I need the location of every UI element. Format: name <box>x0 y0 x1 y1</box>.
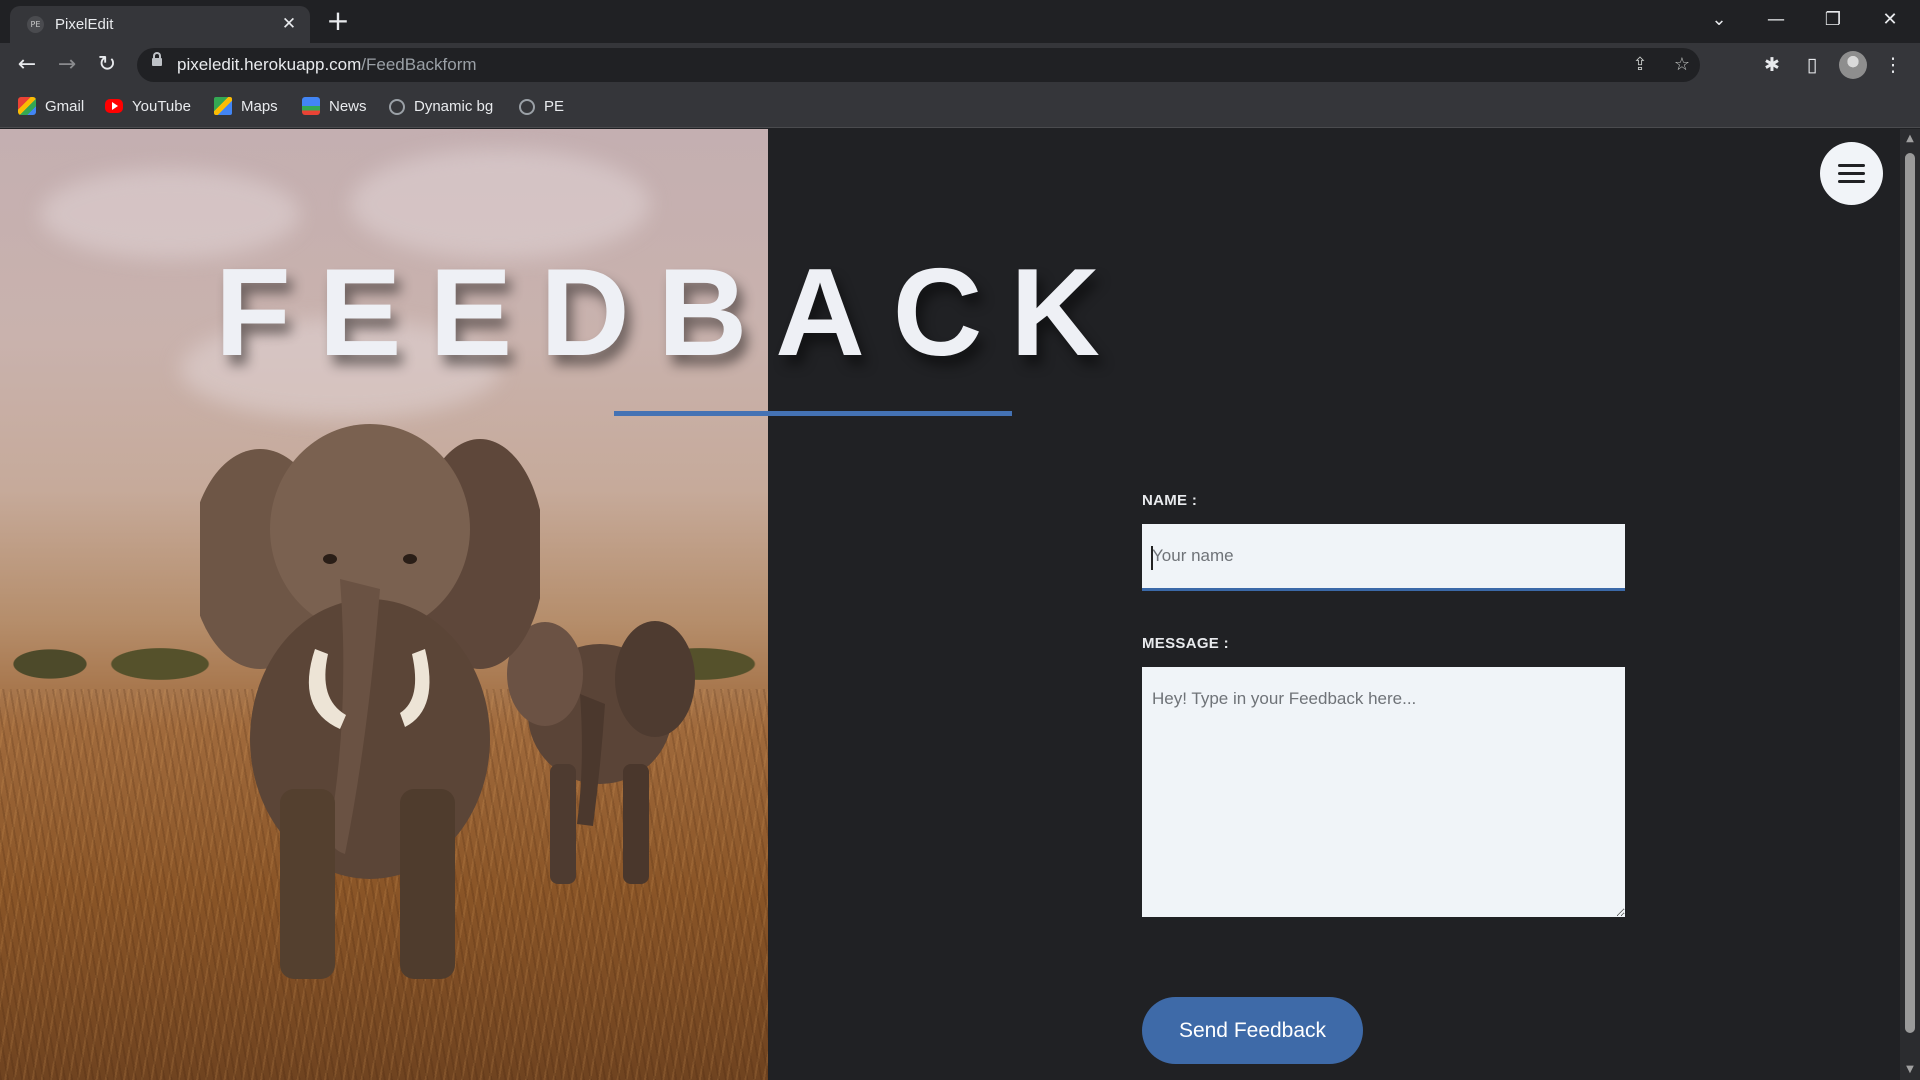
address-bar[interactable]: pixeledit.herokuapp.com/FeedBackform ☆ ⇪ <box>137 48 1700 82</box>
url-text[interactable]: pixeledit.herokuapp.com/FeedBackform <box>177 55 477 75</box>
scroll-up-arrow-icon[interactable]: ▲ <box>1904 133 1916 145</box>
page-title: FEEDBACK <box>215 244 1128 382</box>
youtube-icon <box>105 99 123 113</box>
hamburger-menu-button[interactable] <box>1820 142 1883 205</box>
extensions-icon[interactable]: ✱ <box>1757 50 1787 80</box>
bookmark-label: Dynamic bg <box>414 98 494 115</box>
back-button[interactable]: ← <box>12 50 42 80</box>
scrollbar-thumb[interactable] <box>1905 153 1915 1033</box>
large-elephant <box>200 424 540 979</box>
feedback-page: FEEDBACK NAME : MESSAGE : Send Feedback <box>0 129 1900 1080</box>
tab-search-icon[interactable]: ⌄ <box>1696 4 1742 36</box>
globe-icon <box>389 99 405 115</box>
tab-strip: PE PixelEdit ✕ + ⌄ — ❐ ✕ <box>0 0 1920 43</box>
side-panel-icon[interactable]: ▯ <box>1797 50 1827 80</box>
url-path: /FeedBackform <box>361 55 477 74</box>
menu-icon-bar <box>1838 164 1865 167</box>
close-window-button[interactable]: ✕ <box>1867 4 1913 36</box>
news-icon <box>302 97 320 115</box>
share-icon[interactable]: ⇪ <box>1626 51 1654 79</box>
scroll-down-arrow-icon[interactable]: ▼ <box>1904 1064 1916 1076</box>
bookmark-pe[interactable]: PE <box>519 96 564 118</box>
browser-toolbar: ← → ↻ pixeledit.herokuapp.com/FeedBackfo… <box>0 43 1920 86</box>
menu-icon-bar <box>1838 172 1865 175</box>
bookmark-gmail[interactable]: Gmail <box>18 96 84 118</box>
page-scrollbar[interactable]: ▲ ▼ <box>1900 129 1920 1080</box>
bookmark-label: Maps <box>241 98 278 115</box>
browser-menu-icon[interactable]: ⋮ <box>1878 50 1908 80</box>
message-textarea[interactable] <box>1142 667 1625 917</box>
name-label: NAME : <box>1142 492 1198 509</box>
maps-icon <box>214 97 232 115</box>
tab-title: PixelEdit <box>55 16 114 33</box>
gmail-icon <box>18 97 36 115</box>
message-label: MESSAGE : <box>1142 635 1229 652</box>
restore-button[interactable]: ❐ <box>1810 4 1856 36</box>
bookmark-maps[interactable]: Maps <box>214 96 278 118</box>
bookmark-label: YouTube <box>132 98 191 115</box>
bookmark-youtube[interactable]: YouTube <box>105 96 191 118</box>
reload-button[interactable]: ↻ <box>92 50 122 80</box>
browser-tab[interactable]: PE PixelEdit ✕ <box>10 6 310 43</box>
globe-icon <box>519 99 535 115</box>
bookmark-label: PE <box>544 98 565 115</box>
send-feedback-button[interactable]: Send Feedback <box>1142 997 1363 1064</box>
pixeledit-favicon-icon: PE <box>27 16 44 33</box>
new-tab-button[interactable]: + <box>323 6 353 36</box>
text-caret <box>1151 546 1153 570</box>
name-input[interactable] <box>1142 524 1625 591</box>
bookmark-dynamic-bg[interactable]: Dynamic bg <box>389 96 493 118</box>
minimize-button[interactable]: — <box>1753 4 1799 36</box>
lock-icon[interactable] <box>152 52 162 66</box>
tab-close-icon[interactable]: ✕ <box>278 13 300 35</box>
bookmarks-bar: Gmail YouTube Maps News Dynamic bg PE <box>0 86 1920 128</box>
bookmark-label: News <box>329 98 367 115</box>
bookmark-star-icon[interactable]: ☆ <box>1668 51 1696 79</box>
title-underline <box>614 411 1012 416</box>
bookmark-label: Gmail <box>45 98 85 115</box>
profile-avatar[interactable] <box>1839 51 1867 79</box>
menu-icon-bar <box>1838 180 1865 183</box>
bookmark-news[interactable]: News <box>302 96 367 118</box>
url-host: pixeledit.herokuapp.com <box>177 55 362 74</box>
forward-button[interactable]: → <box>52 50 82 80</box>
